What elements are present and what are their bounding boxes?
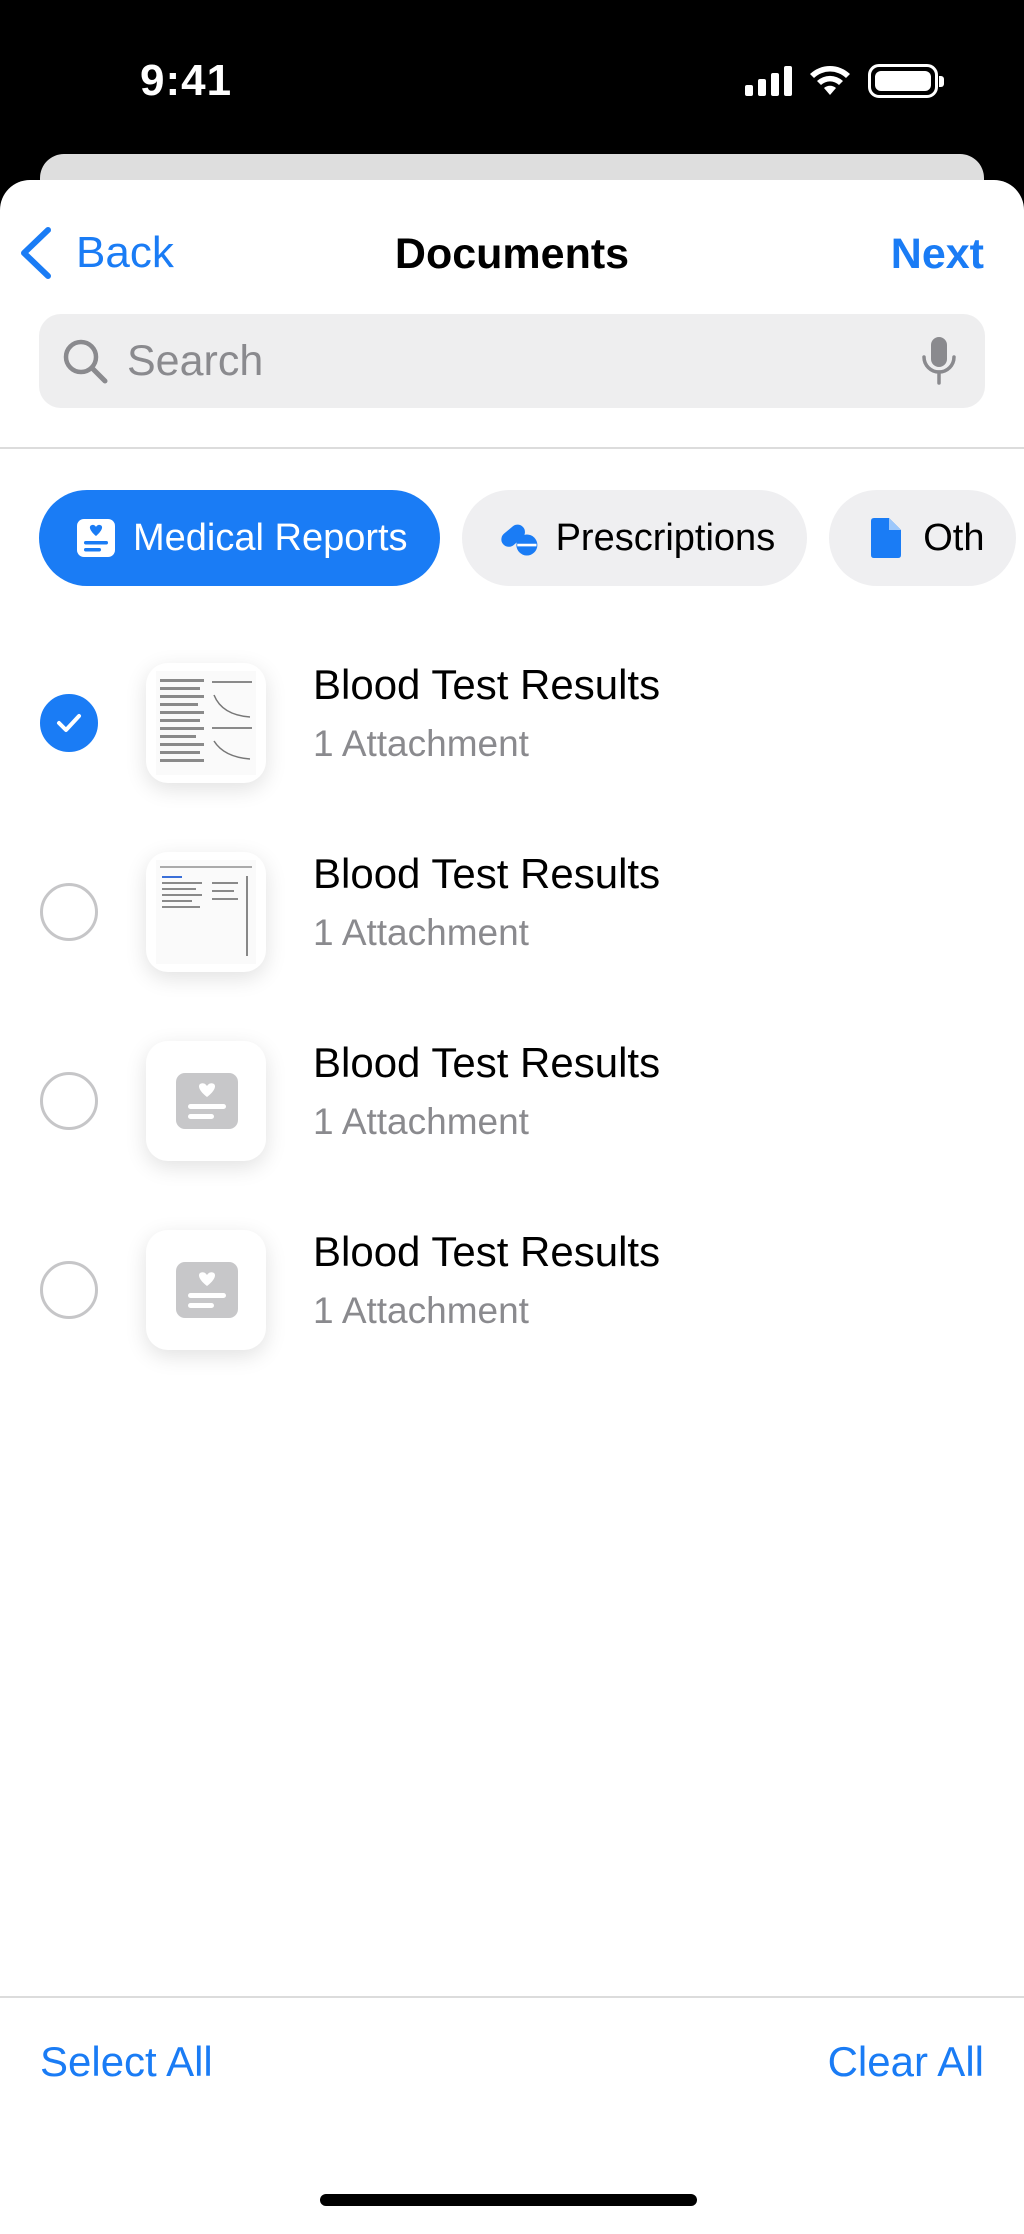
document-subtitle: 1 Attachment bbox=[313, 1290, 529, 1331]
document-list: Blood Test Results 1 Attachment Blood Te… bbox=[0, 635, 1024, 1391]
document-row[interactable]: Blood Test Results 1 Attachment bbox=[0, 1013, 1024, 1202]
next-button[interactable]: Next bbox=[891, 230, 984, 279]
header-divider bbox=[0, 447, 1024, 449]
document-thumbnail bbox=[146, 663, 266, 783]
document-row[interactable]: Blood Test Results 1 Attachment bbox=[0, 1202, 1024, 1391]
selection-checkbox[interactable] bbox=[40, 694, 98, 752]
category-chip-label: Prescriptions bbox=[555, 516, 776, 559]
clear-all-button[interactable]: Clear All bbox=[828, 2038, 984, 2086]
medical-report-icon bbox=[77, 519, 115, 557]
category-chip-label: Oth bbox=[923, 516, 985, 559]
home-indicator bbox=[320, 2194, 697, 2206]
battery-icon bbox=[868, 64, 944, 98]
search-input[interactable] bbox=[127, 336, 919, 386]
checkmark-icon bbox=[57, 714, 81, 732]
document-title: Blood Test Results bbox=[313, 661, 661, 708]
category-chip-medical-reports[interactable]: Medical Reports bbox=[39, 490, 440, 586]
document-title: Blood Test Results bbox=[313, 1228, 661, 1275]
navigation-bar: Back Documents Next bbox=[0, 180, 1024, 310]
page-title: Documents bbox=[394, 230, 630, 278]
document-subtitle: 1 Attachment bbox=[313, 1101, 529, 1142]
status-icons bbox=[745, 64, 944, 98]
category-chip-prescriptions[interactable]: Prescriptions bbox=[461, 490, 808, 586]
wifi-icon bbox=[810, 66, 850, 95]
documents-sheet: Back Documents Next Medical Reports bbox=[0, 180, 1024, 2234]
search-bar[interactable] bbox=[39, 314, 985, 408]
document-title: Blood Test Results bbox=[313, 1039, 661, 1086]
selection-checkbox[interactable] bbox=[40, 883, 98, 941]
footer-divider bbox=[0, 1996, 1024, 1998]
cellular-signal-icon bbox=[745, 66, 792, 96]
document-row[interactable]: Blood Test Results 1 Attachment bbox=[0, 824, 1024, 1013]
document-thumbnail bbox=[146, 1041, 266, 1161]
document-row[interactable]: Blood Test Results 1 Attachment bbox=[0, 635, 1024, 824]
microphone-icon[interactable] bbox=[919, 335, 959, 387]
medical-report-icon bbox=[176, 1262, 238, 1318]
document-subtitle: 1 Attachment bbox=[313, 912, 529, 953]
selection-checkbox[interactable] bbox=[40, 1261, 98, 1319]
search-icon bbox=[63, 339, 108, 384]
category-chip-other[interactable]: Oth bbox=[829, 490, 1017, 586]
document-title: Blood Test Results bbox=[313, 850, 661, 897]
status-bar: 9:41 bbox=[0, 0, 1024, 160]
document-preview-image bbox=[156, 860, 256, 964]
selection-checkbox[interactable] bbox=[40, 1072, 98, 1130]
document-thumbnail bbox=[146, 852, 266, 972]
document-icon bbox=[871, 518, 902, 558]
pills-icon bbox=[500, 524, 537, 556]
category-chip-label: Medical Reports bbox=[133, 516, 408, 559]
document-subtitle: 1 Attachment bbox=[313, 723, 529, 764]
medical-report-icon bbox=[176, 1073, 238, 1129]
status-time: 9:41 bbox=[140, 56, 233, 105]
document-thumbnail bbox=[146, 1230, 266, 1350]
select-all-button[interactable]: Select All bbox=[40, 2038, 213, 2086]
category-filter: Medical Reports Prescriptions Oth bbox=[39, 490, 1017, 586]
document-preview-image bbox=[156, 671, 256, 775]
